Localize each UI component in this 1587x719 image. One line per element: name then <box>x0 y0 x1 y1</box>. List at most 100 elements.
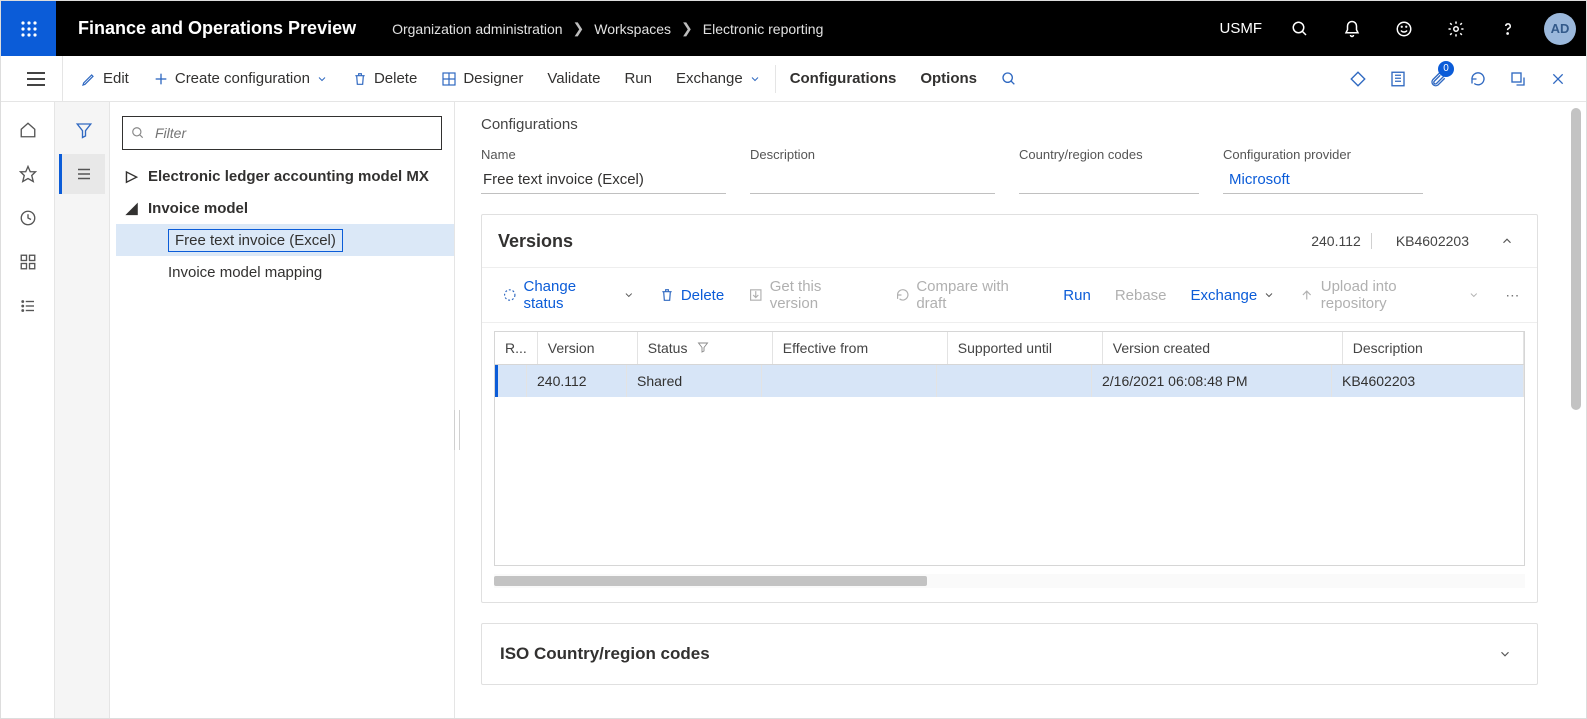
more-actions-button[interactable]: ⋯ <box>1498 287 1527 304</box>
settings-button[interactable] <box>1430 1 1482 56</box>
action-search-button[interactable] <box>989 57 1029 101</box>
app-launcher-button[interactable] <box>1 1 56 56</box>
popout-button[interactable] <box>1498 57 1538 101</box>
notifications-button[interactable] <box>1326 1 1378 56</box>
field-label: Country/region codes <box>1019 147 1199 162</box>
diamond-icon <box>1349 70 1367 88</box>
lines-icon <box>75 165 93 183</box>
help-icon <box>1499 20 1517 38</box>
cell-status: Shared <box>627 365 762 397</box>
scrollbar-thumb[interactable] <box>494 576 927 586</box>
iso-title: ISO Country/region codes <box>500 644 1477 664</box>
rail-recent-button[interactable] <box>5 198 51 238</box>
provider-link[interactable]: Microsoft <box>1223 166 1423 194</box>
col-status[interactable]: Status <box>637 332 772 365</box>
rail-home-button[interactable] <box>5 110 51 150</box>
versions-card: Versions 240.112 KB4602203 Change status <box>481 214 1538 603</box>
delete-button[interactable]: Delete <box>340 57 429 101</box>
search-button[interactable] <box>1274 1 1326 56</box>
col-created[interactable]: Version created <box>1102 332 1342 365</box>
open-office-button[interactable] <box>1378 57 1418 101</box>
refresh-button[interactable] <box>1458 57 1498 101</box>
delete-label: Delete <box>374 70 417 87</box>
edit-button[interactable]: Edit <box>69 57 141 101</box>
change-status-button[interactable]: Change status <box>492 274 645 316</box>
version-run-button[interactable]: Run <box>1053 283 1101 308</box>
home-icon <box>19 121 37 139</box>
name-field[interactable]: Free text invoice (Excel) <box>481 166 726 194</box>
breadcrumb-item[interactable]: Workspaces <box>594 21 671 37</box>
tree-node[interactable]: ▷ Electronic ledger accounting model MX <box>116 160 454 192</box>
v-scrollbar[interactable] <box>1568 108 1584 712</box>
action-pane: Edit Create configuration Delete Designe… <box>1 56 1586 102</box>
avatar[interactable]: AD <box>1544 13 1576 45</box>
designer-icon <box>441 71 457 87</box>
table-row[interactable]: 240.112 Shared 2/16/2021 06:08:48 PM KB4… <box>497 365 1524 397</box>
tab-options[interactable]: Options <box>908 57 989 101</box>
list-icon <box>19 297 37 315</box>
compare-draft-button: Compare with draft <box>885 274 1049 316</box>
upload-repo-button: Upload into repository <box>1289 274 1490 316</box>
field-label: Name <box>481 147 726 162</box>
caret-right-icon: ▷ <box>126 167 138 185</box>
chevron-up-icon <box>1500 234 1514 248</box>
version-run-label: Run <box>1063 287 1091 304</box>
search-icon <box>1291 20 1309 38</box>
filter-input[interactable] <box>153 124 433 142</box>
filter-box[interactable] <box>122 116 442 150</box>
tab-options-label: Options <box>920 70 977 87</box>
collapse-button[interactable] <box>1493 227 1521 255</box>
attachments-button[interactable]: 0 <box>1418 57 1458 101</box>
detail-panel: Configurations Name Free text invoice (E… <box>455 102 1586 718</box>
expand-button[interactable] <box>1491 640 1519 668</box>
tree-node-label: Free text invoice (Excel) <box>168 229 343 252</box>
col-description[interactable]: Description <box>1342 332 1523 365</box>
rail-modules-button[interactable] <box>5 286 51 326</box>
versions-grid: R... Version Status Effective from Suppo… <box>494 331 1525 566</box>
breadcrumb-item[interactable]: Electronic reporting <box>703 21 824 37</box>
col-version[interactable]: Version <box>537 332 637 365</box>
list-pane-button[interactable] <box>59 154 105 194</box>
ellipsis-icon: ⋯ <box>1505 287 1519 304</box>
h-scrollbar[interactable] <box>494 574 1525 588</box>
version-exchange-label: Exchange <box>1191 287 1258 304</box>
rebase-label: Rebase <box>1115 287 1167 304</box>
version-delete-button[interactable]: Delete <box>649 283 734 308</box>
close-button[interactable] <box>1538 57 1578 101</box>
version-exchange-button[interactable]: Exchange <box>1181 283 1286 308</box>
splitter-handle[interactable] <box>454 410 460 450</box>
col-supported-until[interactable]: Supported until <box>947 332 1102 365</box>
rail-workspaces-button[interactable] <box>5 242 51 282</box>
col-effective-from[interactable]: Effective from <box>772 332 947 365</box>
cell-version: 240.112 <box>527 365 627 397</box>
designer-button[interactable]: Designer <box>429 57 535 101</box>
col-r[interactable]: R... <box>495 332 537 365</box>
description-field[interactable] <box>750 166 995 194</box>
diamond-button[interactable] <box>1338 57 1378 101</box>
exchange-button[interactable]: Exchange <box>664 57 773 101</box>
cell-r <box>497 365 527 397</box>
help-button[interactable] <box>1482 1 1534 56</box>
country-codes-field[interactable] <box>1019 166 1199 194</box>
tree-panel: ▷ Electronic ledger accounting model MX … <box>110 102 455 718</box>
tab-configurations[interactable]: Configurations <box>778 57 909 101</box>
scrollbar-thumb[interactable] <box>1571 108 1581 410</box>
tree-node[interactable]: Invoice model mapping <box>116 256 454 288</box>
nav-toggle-button[interactable] <box>9 56 63 102</box>
tab-configurations-label: Configurations <box>790 70 897 87</box>
validate-button[interactable]: Validate <box>535 57 612 101</box>
star-icon <box>19 165 37 183</box>
company-picker[interactable]: USMF <box>1220 20 1275 37</box>
filter-pane-button[interactable] <box>59 110 105 150</box>
compare-icon <box>895 287 911 303</box>
breadcrumb-item[interactable]: Organization administration <box>392 21 562 37</box>
tree-node[interactable]: Free text invoice (Excel) <box>116 224 454 256</box>
create-configuration-button[interactable]: Create configuration <box>141 57 340 101</box>
feedback-button[interactable] <box>1378 1 1430 56</box>
cell-effective-from <box>762 365 937 397</box>
rail-favorites-button[interactable] <box>5 154 51 194</box>
run-button[interactable]: Run <box>612 57 664 101</box>
version-delete-label: Delete <box>681 287 724 304</box>
app-title: Finance and Operations Preview <box>56 18 392 39</box>
tree-node[interactable]: ◢ Invoice model <box>116 192 454 224</box>
